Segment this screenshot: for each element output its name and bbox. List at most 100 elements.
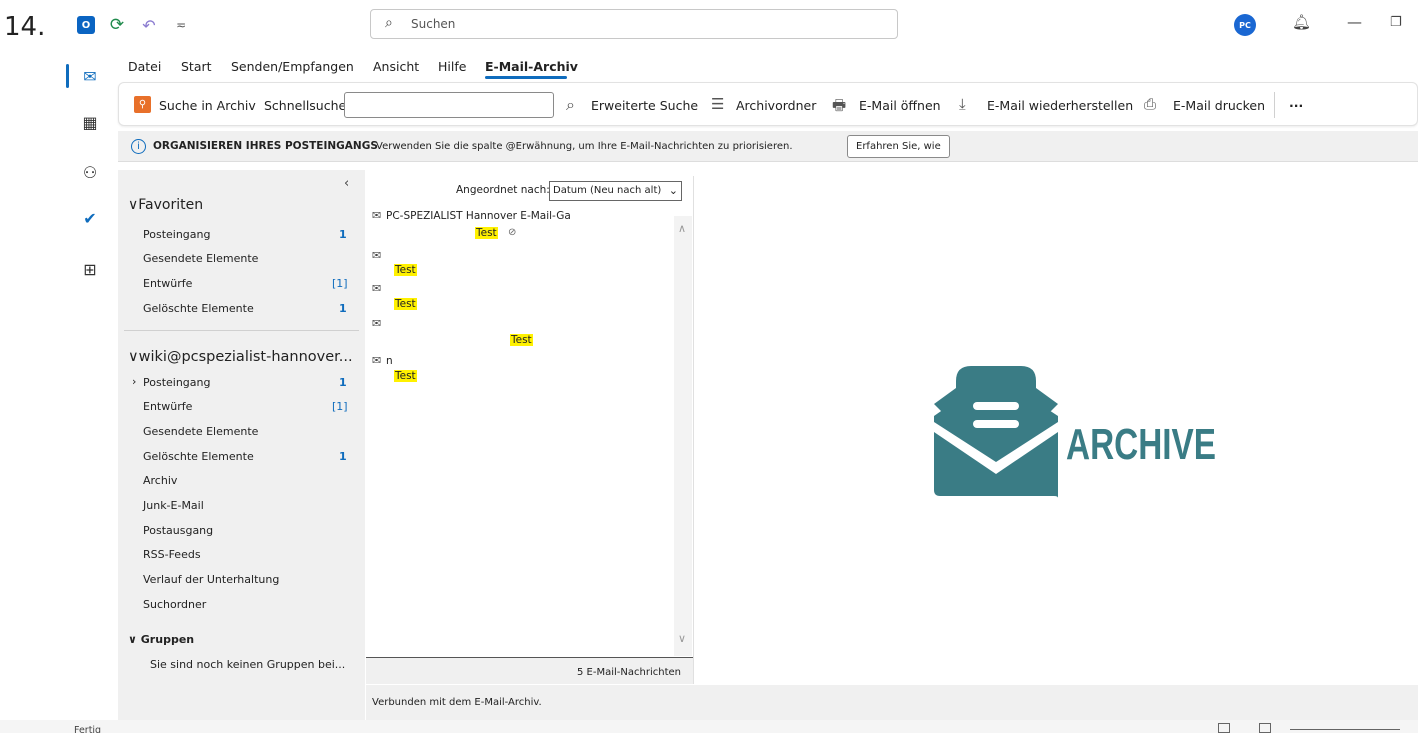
quick-search-input[interactable] <box>344 92 554 118</box>
info-icon: i <box>131 139 146 154</box>
info-text: Verwenden Sie die spalte @Erwähnung, um … <box>376 141 793 152</box>
quick-access-dropdown-icon[interactable]: ≂ <box>172 16 190 34</box>
draft-count: [1] <box>332 400 348 413</box>
account-header[interactable]: ∨wiki@pcspezialist-hannover... <box>128 349 353 365</box>
groups-header[interactable]: ∨ Gruppen <box>128 633 194 646</box>
draft-count: [1] <box>332 277 348 290</box>
folder-fav-geloeschte[interactable]: Gelöschte Elemente <box>143 302 254 315</box>
unread-count: 1 <box>339 228 347 241</box>
envelope-icon: ✉ <box>372 249 382 262</box>
sort-label: Angeordnet nach: <box>456 184 550 196</box>
message-subject: Test <box>394 264 417 276</box>
collapse-pane-icon[interactable]: ‹ <box>344 176 349 191</box>
tab-datei[interactable]: Datei <box>128 59 161 74</box>
archive-logo-text: ARCHIVE <box>1066 420 1216 469</box>
message-sender: PC-SPEZIALIST Hannover E-Mail-Ga <box>386 210 571 222</box>
apps-grid-icon[interactable]: ⊞ <box>76 255 104 283</box>
folder-postausgang[interactable]: Postausgang <box>143 524 213 537</box>
message-count-bar: 5 E-Mail-Nachrichten <box>366 657 693 684</box>
folder-fav-posteingang[interactable]: Posteingang <box>143 228 211 241</box>
outlook-logo-icon: O <box>77 16 95 34</box>
folder-archiv[interactable]: Archiv <box>143 474 177 487</box>
scroll-down-icon[interactable]: ∨ <box>678 632 686 645</box>
attachment-icon: ⊘ <box>508 227 517 238</box>
folder-rss[interactable]: RSS-Feeds <box>143 548 201 561</box>
message-list-scrollbar[interactable] <box>674 216 692 656</box>
restore-mail-icon: ⤓ <box>959 95 966 113</box>
account-badge-icon[interactable]: PC <box>1234 14 1256 36</box>
search-placeholder: Suchen <box>411 17 456 31</box>
normal-view-icon[interactable] <box>1218 723 1230 733</box>
ribbon-divider <box>1274 92 1275 118</box>
advanced-search-icon: ⌕ <box>566 95 575 114</box>
ribbon: ⚲ Suche in Archiv Schnellsuche ⌕ Erweite… <box>118 82 1418 126</box>
archive-search-icon[interactable]: ⚲ <box>134 96 151 113</box>
tab-senden-empfangen[interactable]: Senden/Empfangen <box>231 59 354 74</box>
folder-junk[interactable]: Junk-E-Mail <box>143 499 204 512</box>
folder-gesendete[interactable]: Gesendete Elemente <box>143 425 258 438</box>
learn-how-button[interactable]: Erfahren Sie, wie <box>847 135 950 158</box>
message-subject: Test <box>510 334 533 346</box>
chevron-down-icon: ∨ <box>128 349 139 365</box>
sort-dropdown[interactable]: Datum (Neu nach alt) ⌄ <box>549 181 682 201</box>
message-sender: n <box>386 355 393 367</box>
status-bar: Fertig <box>0 720 1418 733</box>
mail-icon[interactable]: ✉ <box>76 62 104 90</box>
folder-verlauf[interactable]: Verlauf der Unterhaltung <box>143 573 279 586</box>
archive-envelope-icon <box>934 366 1058 498</box>
folder-geloeschte[interactable]: Gelöschte Elemente <box>143 450 254 463</box>
envelope-open-icon: ✉ <box>372 209 382 222</box>
info-title: ORGANISIEREN IHRES POSTEINGANGS <box>153 140 378 152</box>
open-mail-button[interactable]: E-Mail öffnen <box>859 98 941 113</box>
folder-entwuerfe[interactable]: Entwürfe <box>143 400 192 413</box>
folder-pane: ‹ ∨Favoriten Posteingang 1 Gesendete Ele… <box>118 170 365 720</box>
tab-start[interactable]: Start <box>181 59 212 74</box>
restore-window-icon[interactable]: ❐ <box>1390 15 1402 30</box>
restore-mail-button[interactable]: E-Mail wiederherstellen <box>987 98 1133 113</box>
search-icon: ⌕ <box>385 15 393 31</box>
tab-ansicht[interactable]: Ansicht <box>373 59 419 74</box>
connection-status: Verbunden mit dem E-Mail-Archiv. <box>372 697 542 708</box>
message-subject: Test <box>394 298 417 310</box>
chevron-right-icon[interactable]: › <box>132 375 136 388</box>
unread-count: 1 <box>339 302 347 315</box>
chevron-down-icon: ∨ <box>128 633 137 646</box>
folder-posteingang[interactable]: Posteingang <box>143 376 211 389</box>
scroll-up-icon[interactable]: ∧ <box>678 222 686 235</box>
folder-suchordner[interactable]: Suchordner <box>143 598 206 611</box>
message-count: 5 E-Mail-Nachrichten <box>577 667 681 678</box>
global-search-box[interactable]: ⌕ Suchen <box>370 9 898 39</box>
folder-fav-gesendete[interactable]: Gesendete Elemente <box>143 252 258 265</box>
folder-divider <box>124 330 359 331</box>
more-options-icon[interactable]: ··· <box>1289 98 1303 113</box>
title-bar: O ⟳ ↶ ≂ ⌕ Suchen PC 🔔︎ — ❐ <box>62 0 1418 50</box>
todo-check-icon[interactable]: ✔ <box>76 204 104 232</box>
archive-logo: ARCHIVE <box>934 366 1216 498</box>
undo-icon[interactable]: ↶ <box>140 16 158 35</box>
tab-hilfe[interactable]: Hilfe <box>438 59 466 74</box>
zoom-slider[interactable] <box>1290 729 1400 730</box>
message-subject: Test <box>475 227 498 239</box>
chevron-down-icon: ⌄ <box>668 184 678 197</box>
archive-search-button[interactable]: Suche in Archiv <box>159 98 256 113</box>
groups-note: Sie sind noch keinen Gruppen bei... <box>150 658 346 671</box>
print-icon: ⎙ <box>1144 95 1157 113</box>
tab-e-mail-archiv[interactable]: E-Mail-Archiv <box>485 59 578 74</box>
advanced-search-button[interactable]: Erweiterte Suche <box>591 98 698 113</box>
info-bar: i ORGANISIEREN IHRES POSTEINGANGS Verwen… <box>118 131 1418 162</box>
minimize-icon[interactable]: — <box>1347 13 1362 31</box>
sync-icon[interactable]: ⟳ <box>108 15 126 35</box>
bell-icon[interactable]: 🔔︎ <box>1292 13 1311 31</box>
chevron-down-icon: ∨ <box>128 197 139 213</box>
favorites-header[interactable]: ∨Favoriten <box>128 197 203 213</box>
archive-folder-button[interactable]: Archivordner <box>736 98 816 113</box>
people-icon[interactable]: ⚇ <box>76 158 104 186</box>
step-number: 14. <box>4 12 46 42</box>
app-rail: ✉ ▦ ⚇ ✔ ⊞ <box>62 50 118 720</box>
folder-fav-entwuerfe[interactable]: Entwürfe <box>143 277 192 290</box>
calendar-icon[interactable]: ▦ <box>76 108 104 136</box>
envelope-open-icon: ✉ <box>372 317 382 330</box>
connection-bar: Verbunden mit dem E-Mail-Archiv. <box>366 685 1418 720</box>
reading-view-icon[interactable] <box>1259 723 1271 733</box>
print-mail-button[interactable]: E-Mail drucken <box>1173 98 1265 113</box>
